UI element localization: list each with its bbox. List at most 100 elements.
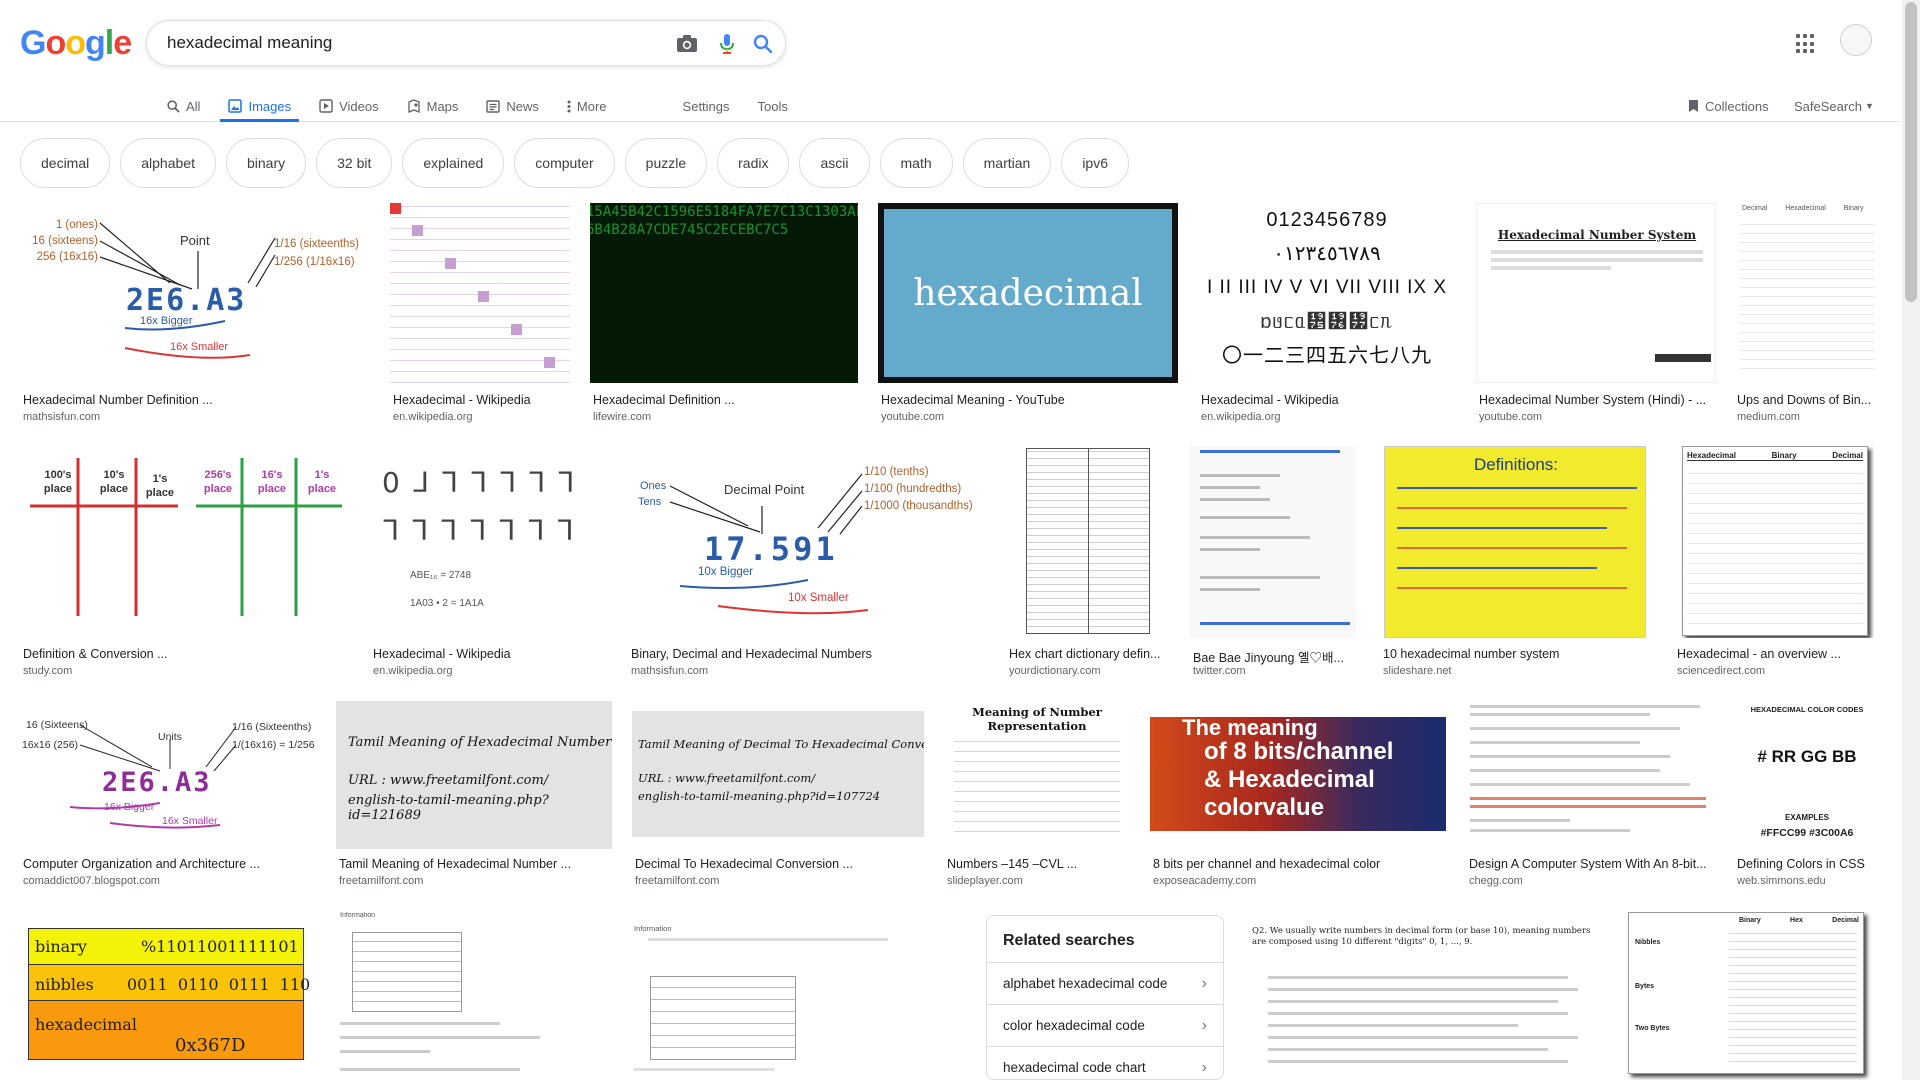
chip-binary[interactable]: binary (225, 138, 307, 188)
result-source: lifewire.com (593, 411, 652, 423)
tab-more[interactable]: More (565, 90, 609, 122)
page-scrollbar[interactable] (1902, 0, 1920, 1080)
result-thumbnail[interactable]: Q2. We usually write numbers in decimal … (1244, 912, 1598, 1080)
tab-all[interactable]: All (165, 90, 202, 122)
related-search-item[interactable]: alphabet hexadecimal code › (987, 962, 1223, 1004)
result-thumbnail[interactable]: 1 (ones) 16 (sixteens) 256 (16x16) Point… (20, 203, 370, 383)
result-title[interactable]: Hexadecimal - an overview ... (1677, 647, 1877, 661)
result-thumbnail[interactable]: hexadecimal (878, 203, 1178, 383)
related-search-label: hexadecimal code chart (1003, 1060, 1146, 1075)
result-thumbnail[interactable]: Information (332, 912, 604, 1080)
chip-explained[interactable]: explained (402, 138, 505, 188)
tab-images-label: Images (248, 98, 292, 114)
result-title[interactable]: Bae Bae Jinyoung 옐♡배... (1193, 647, 1357, 666)
scrollbar-thumb[interactable] (1905, 2, 1917, 302)
result-title[interactable]: Definition & Conversion ... (23, 647, 348, 661)
result-title[interactable]: Hexadecimal Meaning - YouTube (881, 393, 1176, 407)
result-source: slideplayer.com (947, 875, 1023, 887)
result-thumbnail[interactable]: Tamil Meaning of Decimal To Hexadecimal … (632, 701, 924, 849)
related-search-item[interactable]: hexadecimal code chart › (987, 1046, 1223, 1079)
result-thumbnail[interactable]: Hexadecimal Number System (1476, 203, 1716, 383)
result-thumbnail[interactable]: Ones Tens Decimal Point 1/10 (tenths) 1/… (628, 446, 986, 638)
tab-images[interactable]: Images (220, 90, 299, 122)
microphone-icon[interactable] (715, 32, 739, 56)
google-logo[interactable]: Google (20, 24, 132, 63)
result-thumbnail[interactable] (1190, 446, 1356, 638)
result-title[interactable]: Hexadecimal - Wikipedia (393, 393, 568, 407)
chip-32-bit[interactable]: 32 bit (316, 138, 393, 188)
result-thumbnail[interactable]: Meaning of Number Representation (944, 701, 1130, 849)
tab-videos[interactable]: Videos (317, 90, 381, 122)
result-thumbnail[interactable]: Binary Hex Decimal Nibbles Bytes Two Byt… (1618, 912, 1880, 1080)
result-thumbnail[interactable] (390, 203, 570, 383)
result-title[interactable]: Ups and Downs of Bin... (1737, 393, 1883, 407)
thumb-text: 0123456789 (1266, 209, 1388, 231)
result-thumbnail[interactable]: Decimal Hexadecimal Binary (1734, 203, 1880, 383)
result-title[interactable]: Computer Organization and Architecture .… (23, 857, 315, 871)
thumb-text: I II III IV V VI VII VIII IX X (1206, 277, 1448, 298)
result-title[interactable]: 8 bits per channel and hexadecimal color (1153, 857, 1445, 871)
tab-news[interactable]: News (484, 90, 541, 122)
chip-alphabet[interactable]: alphabet (120, 138, 216, 188)
result-title[interactable]: Decimal To Hexadecimal Conversion ... (635, 857, 923, 871)
result-thumbnail[interactable] (1466, 701, 1714, 849)
avatar[interactable] (1840, 24, 1872, 56)
result-thumbnail[interactable]: 0ᒧᒣᒣᒣᒣᒣ ᒣᒣᒣᒣᒣᒣᒣ ABE₁₆ = 2748 1A03 • 2 = … (370, 446, 608, 638)
result-thumbnail[interactable]: binary %11011001111101 nibbles 0011 0110… (20, 912, 312, 1080)
result-title[interactable]: Hexadecimal Definition ... (593, 393, 858, 407)
thumb-text: 100's place (43, 469, 73, 495)
result-title[interactable]: Binary, Decimal and Hexadecimal Numbers (631, 647, 986, 661)
related-search-item[interactable]: color hexadecimal code › (987, 1004, 1223, 1046)
result-thumbnail[interactable]: 16 (Sixteens) 16x16 (256) Units 1/16 (Si… (20, 701, 316, 849)
search-input[interactable] (167, 33, 647, 53)
apps-grid-icon[interactable] (1796, 34, 1816, 54)
chip-computer[interactable]: computer (514, 138, 615, 188)
safesearch-menu[interactable]: SafeSearch ▼ (1792, 90, 1876, 122)
thumb-text: of 8 bits/channel (1204, 738, 1394, 765)
settings-link[interactable]: Settings (681, 90, 732, 122)
thumb-text: 10x Smaller (788, 592, 849, 604)
result-title[interactable]: Hexadecimal Number Definition ... (23, 393, 368, 407)
chip-ipv6[interactable]: ipv6 (1061, 138, 1129, 188)
chip-martian[interactable]: martian (962, 138, 1052, 188)
result-title[interactable]: Numbers –145 –CVL ... (947, 857, 1129, 871)
chip-puzzle[interactable]: puzzle (624, 138, 708, 188)
result-source: exposeacademy.com (1153, 875, 1257, 887)
result-thumbnail[interactable]: Definitions: (1380, 446, 1652, 638)
result-source: mathsisfun.com (23, 411, 101, 423)
chip-math[interactable]: math (879, 138, 953, 188)
result-thumbnail[interactable]: 15A45B42C1596E5184FA7E7C13C1303AE6B4B28A… (590, 203, 858, 383)
result-title[interactable]: Hex chart dictionary defin... (1009, 647, 1173, 661)
result-title[interactable]: Hexadecimal - Wikipedia (1201, 393, 1456, 407)
result-thumbnail[interactable]: Information (624, 912, 966, 1080)
thumb-text: 1/16 (Sixteenths) (232, 721, 312, 733)
result-thumbnail[interactable] (1006, 446, 1170, 638)
chip-ascii[interactable]: ascii (799, 138, 870, 188)
result-thumbnail[interactable]: 100's place 10's place 1's place 256's p… (20, 446, 350, 638)
result-title[interactable]: 10 hexadecimal number system (1383, 647, 1653, 661)
result-thumbnail[interactable]: Hexadecimal Binary Decimal (1674, 446, 1874, 638)
chip-radix[interactable]: radix (717, 138, 790, 188)
result-source: mathsisfun.com (631, 665, 709, 677)
collections-link[interactable]: Collections (1686, 90, 1771, 122)
chip-decimal[interactable]: decimal (20, 138, 111, 188)
search-icon (167, 99, 180, 113)
result-title[interactable]: Design A Computer System With An 8-bit..… (1469, 857, 1713, 871)
result-thumbnail[interactable]: Tamil Meaning of Hexadecimal Number URL … (336, 701, 612, 849)
result-thumbnail[interactable]: 0123456789 ٠١٢٣٤٥٦٧٨٩ I II III IV V VI V… (1198, 203, 1456, 383)
thumb-text: Binary (1843, 205, 1864, 212)
result-title[interactable]: Tamil Meaning of Hexadecimal Number ... (339, 857, 611, 871)
result-thumbnail[interactable]: The meaning of 8 bits/channel & Hexadeci… (1150, 701, 1446, 849)
result-title[interactable]: Defining Colors in CSS (1737, 857, 1883, 871)
thumb-text: 16x16 (256) (22, 739, 79, 751)
thumb-text: 16 (Sixteens) (26, 719, 88, 731)
tab-maps[interactable]: Maps (405, 90, 461, 122)
result-title[interactable]: Hexadecimal Number System (Hindi) - ... (1479, 393, 1717, 407)
camera-icon[interactable] (675, 32, 699, 56)
result-thumbnail[interactable]: HEXADECIMAL COLOR CODES # RR GG BB EXAMP… (1734, 701, 1880, 849)
result-title[interactable]: Hexadecimal - Wikipedia (373, 647, 608, 661)
related-search-label: color hexadecimal code (1003, 1018, 1145, 1033)
thumb-text: 10x Bigger (698, 566, 753, 578)
search-icon[interactable] (751, 32, 775, 56)
tools-link[interactable]: Tools (756, 90, 790, 122)
